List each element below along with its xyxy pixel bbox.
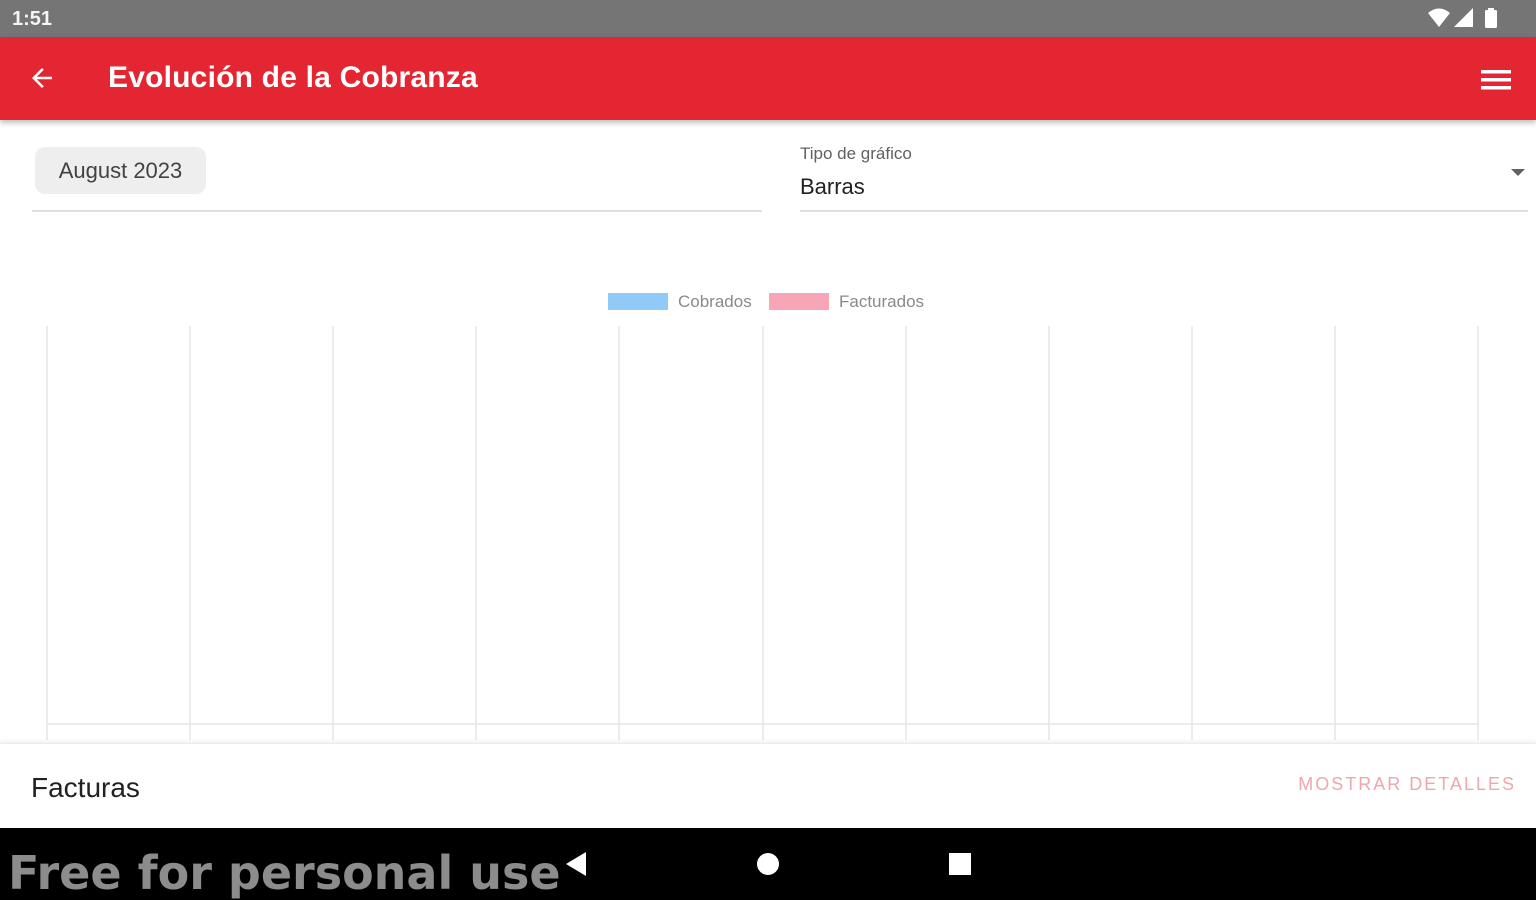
chart-type-underline [800, 210, 1528, 212]
status-bar: 1:51 [0, 0, 1536, 37]
app-screen: 1:51 Evolución de la Cobranza August 202… [0, 0, 1536, 900]
back-triangle-icon[interactable] [560, 848, 592, 880]
chart-grid [46, 326, 1479, 740]
back-button[interactable] [22, 58, 62, 98]
hamburger-menu-icon [1481, 70, 1511, 90]
chevron-down-icon [1511, 169, 1525, 176]
battery-icon [1485, 8, 1497, 28]
show-details-button[interactable]: MOSTRAR DETALLES [1298, 774, 1516, 795]
invoices-panel: Facturas MOSTRAR DETALLES [0, 743, 1536, 828]
date-underline [32, 210, 762, 212]
recents-square-icon[interactable] [944, 848, 976, 880]
legend-label-cobrados: Cobrados [678, 292, 752, 311]
legend-label-facturados: Facturados [839, 292, 925, 311]
date-picker-chip[interactable]: August 2023 [35, 147, 206, 194]
date-value: August 2023 [58, 157, 183, 183]
watermark-text: Free for personal use [8, 846, 561, 900]
home-circle-icon[interactable] [752, 848, 784, 880]
chart-type-value: Barras [800, 174, 865, 199]
chart-type-label: Tipo de gráfico [800, 144, 912, 163]
invoices-title: Facturas [31, 772, 140, 803]
system-nav-bar: Free for personal use [0, 828, 1536, 900]
legend-swatch-cobrados [608, 293, 668, 310]
app-bar: Evolución de la Cobranza [0, 37, 1536, 120]
signal-icon [1454, 8, 1473, 27]
status-time: 1:51 [12, 8, 53, 30]
menu-button[interactable] [1476, 60, 1516, 100]
wifi-icon [1428, 8, 1450, 27]
legend-swatch-facturados [769, 293, 829, 310]
arrow-left-icon [32, 68, 52, 88]
bar-chart [0, 320, 1536, 745]
page-title: Evolución de la Cobranza [108, 61, 478, 94]
